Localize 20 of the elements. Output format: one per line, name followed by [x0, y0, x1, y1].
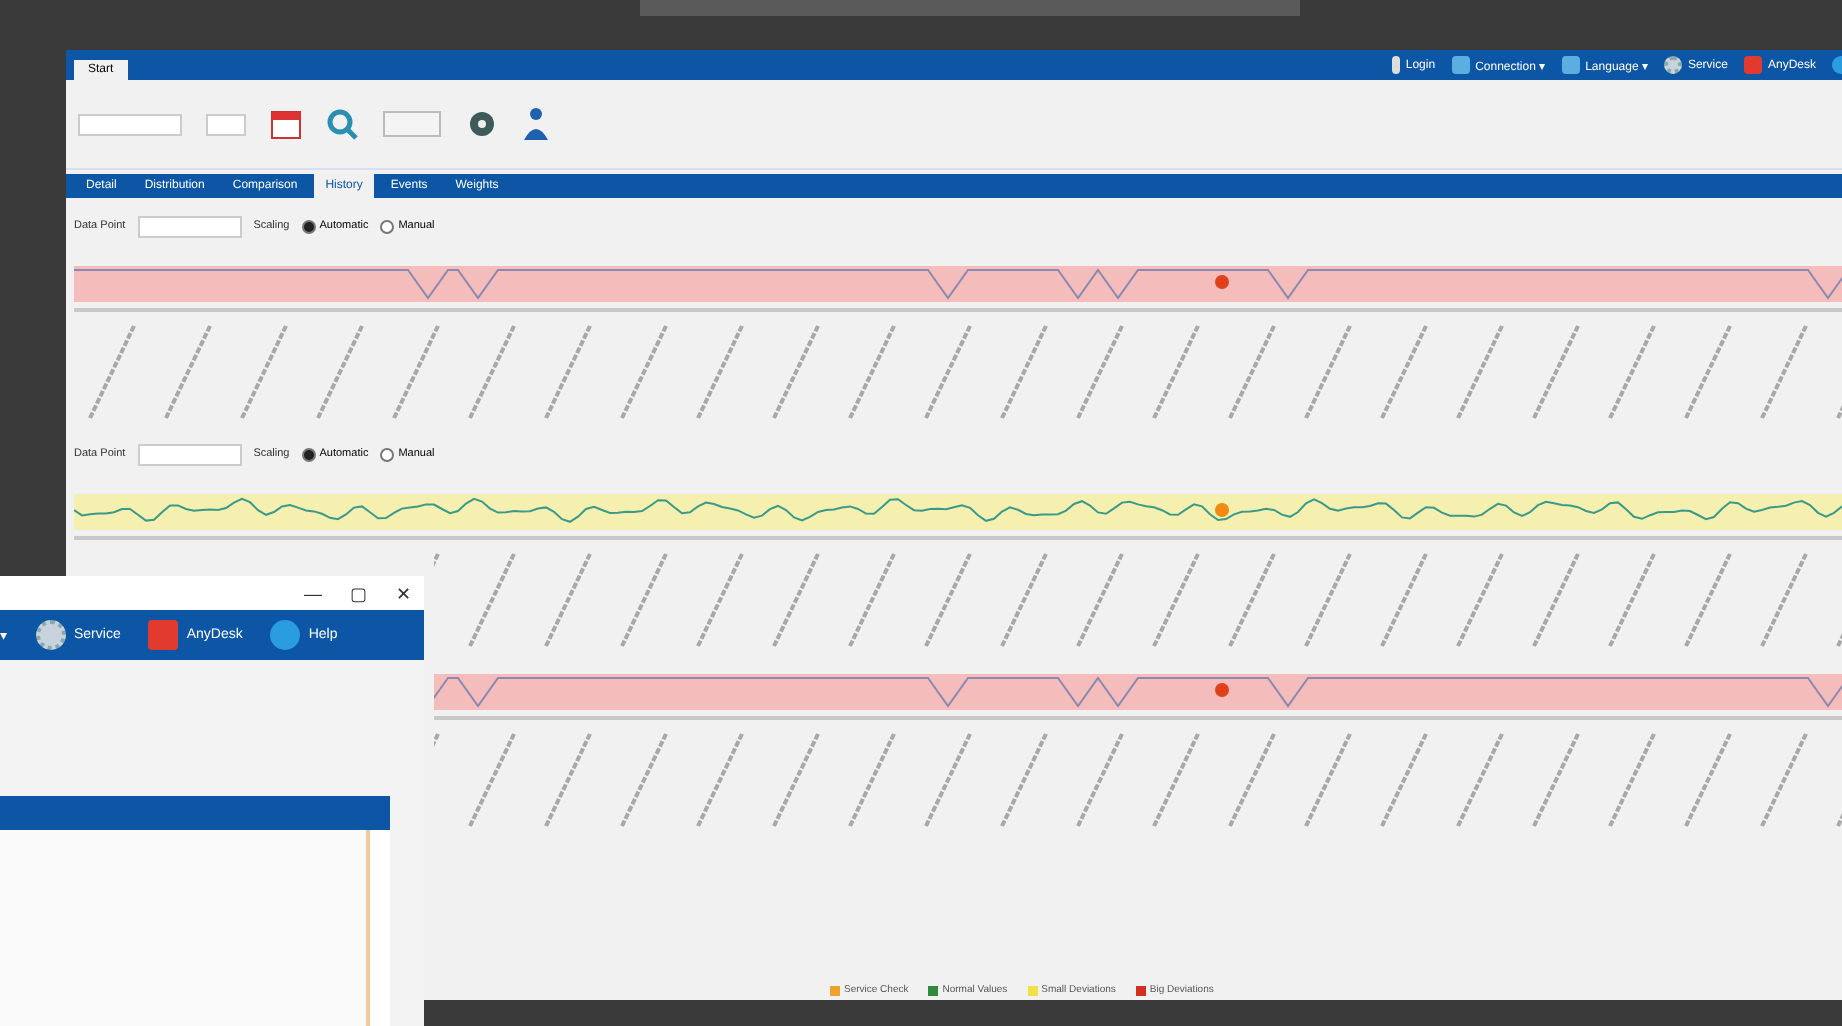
calendar-icon[interactable]: [270, 108, 302, 140]
window-control[interactable]: ▢: [350, 576, 368, 610]
window-control[interactable]: ✕: [396, 576, 412, 610]
user-icon: [1391, 56, 1400, 74]
dropdown-field[interactable]: [137, 443, 242, 465]
window-control[interactable]: —: [304, 576, 322, 610]
gear-icon: [36, 620, 66, 650]
gear-icon: [1663, 56, 1682, 74]
remote-icon: [1743, 56, 1762, 74]
table-icon[interactable]: [382, 110, 442, 138]
flag-icon: [1561, 56, 1580, 74]
person-icon[interactable]: [522, 106, 550, 142]
search-icon[interactable]: [326, 108, 358, 140]
settings-icon[interactable]: [466, 108, 498, 140]
remote-icon: [148, 620, 179, 650]
dropdown-field[interactable]: [206, 113, 246, 135]
help-icon: [270, 620, 301, 650]
screen-icon: [1451, 56, 1470, 74]
dropdown-field[interactable]: [137, 215, 242, 237]
dropdown-field[interactable]: [78, 113, 182, 135]
